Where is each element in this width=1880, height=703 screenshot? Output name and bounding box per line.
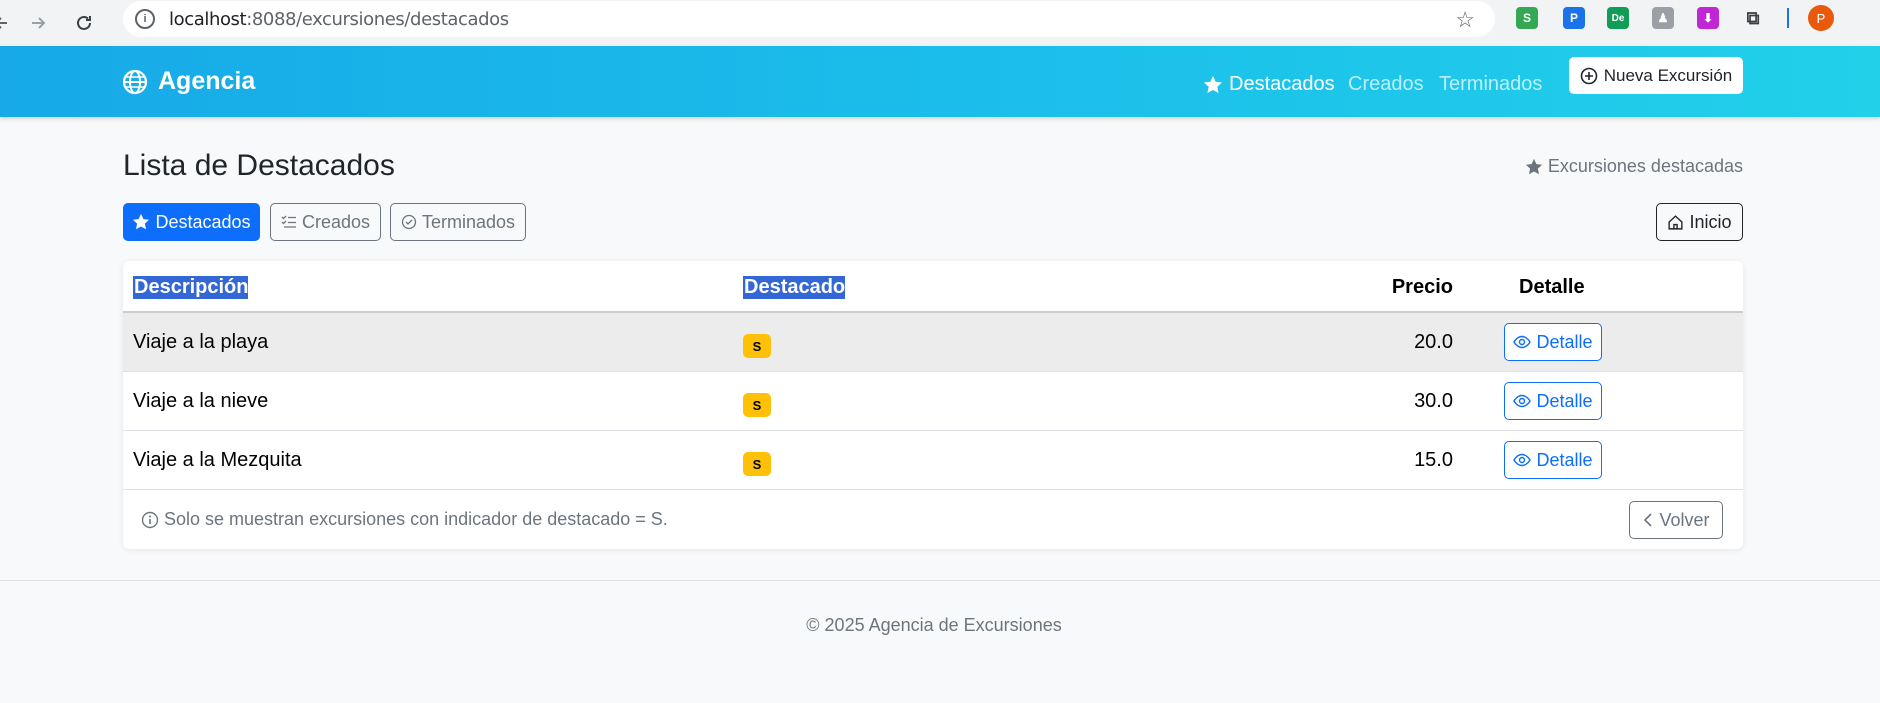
column-header-descripcion[interactable]: Descripción [133,276,249,299]
brand[interactable]: Agencia [122,67,255,96]
detail-button[interactable]: Detalle [1504,323,1602,361]
column-header-detalle[interactable]: Detalle [1519,276,1585,299]
detail-button[interactable]: Detalle [1504,441,1602,479]
bookmark-star-icon[interactable]: ☆ [1455,7,1475,33]
card-footer-divider [123,489,1743,490]
table-row: Viaje a la nieve S 30.0 Detalle [123,372,1743,431]
extension-shopify-icon[interactable]: S [1516,7,1538,29]
info-note: Solo se muestran excursiones con indicad… [141,509,668,530]
page-subtitle: Excursiones destacadas [1525,156,1743,177]
back-button[interactable]: Volver [1629,501,1723,539]
site-footer: © 2025 Agencia de Excursiones [0,580,1880,703]
table-row: Viaje a la playa S 20.0 Detalle [123,313,1743,372]
detail-button[interactable]: Detalle [1504,382,1602,420]
site-info-icon[interactable]: i [135,9,155,29]
info-circle-icon [141,511,159,528]
copyright-text: © 2025 Agencia de Excursiones [806,615,1062,635]
tab-creados-button[interactable]: Creados [270,203,381,241]
url-text: localhost:8088/excursiones/destacados [169,8,509,30]
cell-precio: 20.0 [1414,331,1453,353]
back-icon[interactable] [0,8,10,38]
list-check-icon [281,215,296,228]
house-icon [1668,214,1684,230]
tab-destacados-button[interactable]: Destacados [123,203,260,241]
extension-p-icon[interactable]: P [1563,7,1585,29]
cell-descripcion: Viaje a la Mezquita [133,449,302,471]
forward-icon[interactable] [24,8,54,38]
cell-precio: 30.0 [1414,390,1453,412]
chevron-left-icon [1644,513,1653,527]
cell-descripcion: Viaje a la playa [133,331,269,353]
eye-icon [1513,335,1532,349]
eye-icon [1513,453,1532,467]
browser-toolbar: i localhost:8088/excursiones/destacados … [0,0,1880,46]
star-icon [1525,158,1542,174]
tab-terminados-button[interactable]: Terminados [390,203,526,241]
extension-person-icon[interactable]: ♟ [1652,7,1674,29]
extension-download-icon[interactable]: ⬇ [1697,7,1719,29]
home-button[interactable]: Inicio [1656,203,1743,241]
nav-creados[interactable]: Creados [1348,73,1424,96]
reload-icon[interactable] [69,8,99,38]
column-header-precio[interactable]: Precio [1392,276,1453,299]
star-icon [1204,75,1222,93]
new-excursion-button[interactable]: Nueva Excursión [1569,57,1743,94]
table-row: Viaje a la Mezquita S 15.0 Detalle [123,431,1743,490]
destacado-badge: S [743,334,771,358]
globe-icon [122,69,148,94]
check-circle-icon [401,214,417,230]
excursions-card: Descripción Destacado Precio Detalle Via… [123,261,1743,549]
nav-destacados[interactable]: Destacados [1203,73,1335,96]
star-icon [133,213,150,230]
extension-de-icon[interactable]: De [1607,7,1629,29]
eye-icon [1513,394,1532,408]
brand-label: Agencia [158,67,256,95]
cell-descripcion: Viaje a la nieve [133,390,269,412]
plus-circle-icon [1580,67,1598,84]
cell-precio: 15.0 [1414,449,1453,471]
toolbar-divider [1787,8,1789,28]
address-bar[interactable]: i localhost:8088/excursiones/destacados … [123,1,1495,37]
profile-avatar[interactable]: P [1808,5,1834,31]
destacado-badge: S [743,452,771,476]
column-header-destacado[interactable]: Destacado [743,276,846,299]
extensions-puzzle-icon[interactable]: ⧉ [1742,7,1764,29]
page-title: Lista de Destacados [123,149,395,182]
nav-terminados[interactable]: Terminados [1439,73,1542,96]
destacado-badge: S [743,393,771,417]
app-navbar: Agencia Destacados Creados Terminados Nu… [0,46,1880,117]
